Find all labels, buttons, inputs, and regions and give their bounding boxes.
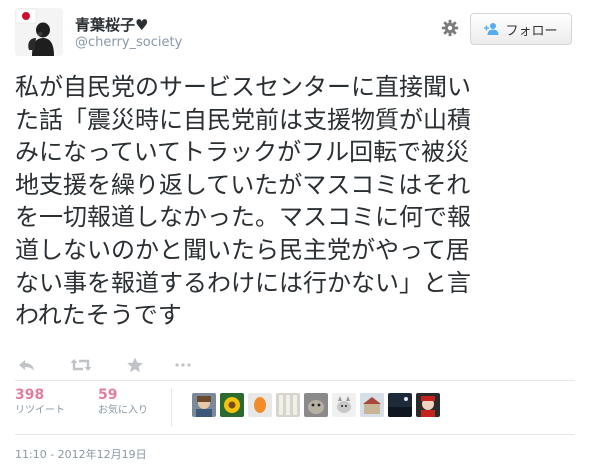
favoriter-avatar[interactable] bbox=[388, 393, 412, 417]
tweet-line: われたそうです bbox=[15, 301, 182, 330]
favoriter-avatars bbox=[192, 393, 440, 417]
favoriter-avatar[interactable] bbox=[220, 393, 244, 417]
tweet-actions bbox=[18, 356, 192, 374]
favoriter-avatar[interactable] bbox=[192, 393, 216, 417]
favorite-stat[interactable]: 59 お気に入り bbox=[98, 386, 148, 418]
reply-icon[interactable] bbox=[18, 357, 36, 373]
tweet-line: みになっていてトラックがフル回転で被災 bbox=[15, 138, 470, 167]
favoriter-avatar[interactable] bbox=[332, 393, 356, 417]
screen-name[interactable]: @cherry_society bbox=[75, 34, 182, 52]
retweet-icon[interactable] bbox=[70, 357, 92, 373]
user-names: 青葉桜子♥ @cherry_society bbox=[75, 16, 182, 52]
tweet-line: を一切報道しなかった。マスコミに何で報 bbox=[15, 203, 471, 232]
favoriter-avatar[interactable] bbox=[416, 393, 440, 417]
add-user-icon bbox=[484, 22, 500, 36]
tweet-stats: 398 リツイート 59 お気に入り bbox=[15, 386, 181, 418]
display-name[interactable]: 青葉桜子♥ bbox=[75, 16, 182, 34]
divider bbox=[171, 388, 172, 426]
favorite-icon[interactable] bbox=[126, 357, 144, 373]
avatar[interactable] bbox=[15, 8, 63, 56]
tweet-line: 地支援を繰り返していたがマスコミはそれ bbox=[15, 170, 471, 199]
gear-icon[interactable] bbox=[441, 19, 459, 37]
timestamp[interactable]: 11:10 - 2012年12月19日 bbox=[15, 446, 147, 462]
favoriter-avatar[interactable] bbox=[276, 393, 300, 417]
tweet-line: た話「震災時に自民党前は支援物質が山積 bbox=[15, 105, 471, 134]
retweet-label: リツイート bbox=[15, 405, 65, 416]
tweet-text: 私が自民党のサービスセンターに直接聞い た話「震災時に自民党前は支援物質が山積 … bbox=[15, 71, 575, 332]
favoriter-avatar[interactable] bbox=[304, 393, 328, 417]
tweet-line: ない事を報道するわけには行かない」と言 bbox=[15, 268, 471, 297]
favorite-count[interactable]: 59 bbox=[98, 386, 148, 404]
retweet-stat[interactable]: 398 リツイート bbox=[15, 386, 65, 418]
japan-flag-icon bbox=[22, 12, 30, 20]
follow-button-label: フォロー bbox=[505, 23, 558, 39]
divider bbox=[15, 380, 575, 381]
more-icon[interactable] bbox=[174, 357, 192, 373]
tweet-line: 私が自民党のサービスセンターに直接聞い bbox=[15, 73, 471, 101]
divider bbox=[15, 434, 575, 435]
tweet-line: 道しないのかと聞いたら民主党がやって居 bbox=[15, 235, 470, 264]
favoriter-avatar[interactable] bbox=[248, 393, 272, 417]
retweet-count[interactable]: 398 bbox=[15, 386, 65, 404]
favorite-label: お気に入り bbox=[98, 405, 148, 416]
favoriter-avatar[interactable] bbox=[360, 393, 384, 417]
follow-button[interactable]: フォロー bbox=[470, 13, 572, 45]
